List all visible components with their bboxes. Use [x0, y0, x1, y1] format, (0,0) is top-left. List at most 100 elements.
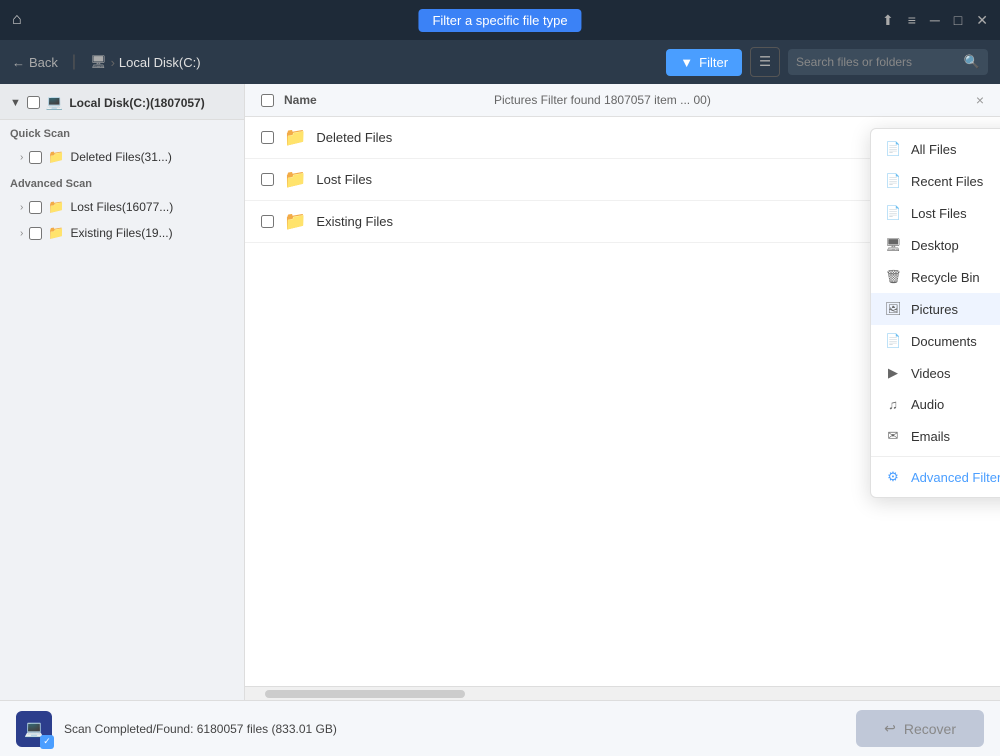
name-column-header: Name — [284, 93, 484, 107]
search-bar[interactable]: 🔍 — [788, 49, 988, 75]
minimize-icon[interactable]: ─ — [930, 12, 940, 28]
sidebar-deleted-icon: 📁 — [48, 149, 64, 165]
dropdown-item-recycle-bin[interactable]: 🗑 Recycle Bin — [871, 261, 1000, 293]
status-text: Scan Completed/Found: 6180057 files (833… — [64, 722, 844, 736]
title-bar: ⌂ Filter a specific file type ⬆ ≡ ─ □ ✕ — [0, 0, 1000, 40]
row-checkbox-2[interactable] — [261, 215, 274, 228]
dropdown-item-videos[interactable]: ▶ Videos — [871, 357, 1000, 389]
sidebar-deleted-checkbox[interactable] — [29, 151, 42, 164]
dropdown-icon-all-files: 📄 — [885, 141, 901, 157]
advanced-filter-icon: ⚙ — [885, 469, 901, 485]
search-input[interactable] — [796, 55, 958, 69]
filter-result-info: Pictures Filter found 1807057 item ... 0… — [494, 93, 966, 107]
sidebar-existing-expand[interactable]: › — [20, 228, 23, 239]
dropdown-label-all-files: All Files — [911, 142, 1000, 157]
menu-lines-icon: ☰ — [759, 54, 771, 69]
filter-result-suffix: ... — [680, 93, 690, 107]
advanced-filter-item[interactable]: ⚙ Advanced Filter — [871, 461, 1000, 493]
dropdown-label-documents: Documents — [911, 334, 1000, 349]
dropdown-item-emails[interactable]: ✉ Emails — [871, 420, 1000, 452]
advanced-filter-label: Advanced Filter — [911, 470, 1000, 485]
nav-separator: | — [72, 53, 76, 71]
dropdown-label-recycle-bin: Recycle Bin — [911, 270, 1000, 285]
status-badge: ✓ — [40, 735, 54, 749]
sidebar-lost-label: Lost Files(16077...) — [71, 200, 234, 214]
close-icon[interactable]: ✕ — [976, 12, 988, 29]
sidebar-drive-icon: 💻 — [46, 94, 63, 111]
dropdown-icon-desktop: 🖥 — [885, 237, 901, 253]
dropdown-label-audio: Audio — [911, 397, 1000, 412]
filter-label: Filter — [699, 55, 728, 70]
horizontal-scrollbar[interactable] — [245, 686, 1000, 700]
main-area: ▼ 💻 Local Disk(C:)(1807057) Quick Scan ›… — [0, 84, 1000, 700]
breadcrumb: 🖥 › Local Disk(C:) — [90, 54, 200, 70]
breadcrumb-current: Local Disk(C:) — [119, 55, 201, 70]
filter-result-text: Pictures Filter found 1807057 item — [494, 93, 677, 107]
status-device-icon: 💻 ✓ — [16, 711, 52, 747]
dropdown-icon-lost-files: 📄 — [885, 205, 901, 221]
title-bar-left: ⌂ — [12, 11, 22, 29]
sidebar: ▼ 💻 Local Disk(C:)(1807057) Quick Scan ›… — [0, 84, 245, 700]
dropdown-icon-recent-files: 📄 — [885, 173, 901, 189]
dropdown-icon-recycle-bin: 🗑 — [885, 269, 901, 285]
back-arrow-icon: ← — [12, 55, 25, 70]
dropdown-icon-videos: ▶ — [885, 365, 901, 381]
nav-right-controls: ▼ Filter ☰ 🔍 — [666, 47, 988, 77]
dropdown-item-documents[interactable]: 📄 Documents — [871, 325, 1000, 357]
row-checkbox-1[interactable] — [261, 173, 274, 186]
sidebar-chevron-icon[interactable]: ▼ — [10, 97, 21, 109]
file-name-0: Deleted Files — [316, 130, 874, 145]
recover-button[interactable]: ↩ Recover — [856, 710, 984, 747]
sidebar-existing-label: Existing Files(19...) — [71, 226, 234, 240]
row-checkbox-0[interactable] — [261, 131, 274, 144]
sidebar-deleted-files[interactable]: › 📁 Deleted Files(31...) — [0, 144, 244, 170]
dropdown-item-lost-files[interactable]: 📄 Lost Files — [871, 197, 1000, 229]
dropdown-label-videos: Videos — [911, 366, 1000, 381]
dropdown-label-pictures: Pictures — [911, 302, 994, 317]
view-menu-button[interactable]: ☰ — [750, 47, 780, 77]
nav-bar: ← Back | 🖥 › Local Disk(C:) ▼ Filter ☰ 🔍 — [0, 40, 1000, 84]
scrollbar-thumb[interactable] — [265, 690, 465, 698]
dropdown-icon-audio: ♫ — [885, 397, 901, 412]
dropdown-item-all-files[interactable]: 📄 All Files — [871, 133, 1000, 165]
recover-icon: ↩ — [884, 720, 896, 737]
dropdown-item-audio[interactable]: ♫ Audio — [871, 389, 1000, 420]
sidebar-drive-checkbox[interactable] — [27, 96, 40, 109]
sidebar-drive-header[interactable]: ▼ 💻 Local Disk(C:)(1807057) — [0, 84, 244, 120]
select-all-checkbox[interactable] — [261, 94, 274, 107]
back-button[interactable]: ← Back — [12, 55, 58, 70]
dropdown-icon-documents: 📄 — [885, 333, 901, 349]
sidebar-lost-files[interactable]: › 📁 Lost Files(16077...) — [0, 194, 244, 220]
filter-dropdown: 📄 All Files 📄 Recent Files 📄 Lost Files … — [870, 128, 1000, 498]
breadcrumb-arrow: › — [111, 55, 115, 70]
sidebar-lost-expand[interactable]: › — [20, 202, 23, 213]
folder-icon-1: 📁 — [284, 169, 306, 190]
close-filter-button[interactable]: × — [976, 92, 984, 108]
sidebar-lost-checkbox[interactable] — [29, 201, 42, 214]
file-name-1: Lost Files — [316, 172, 874, 187]
menu-icon[interactable]: ≡ — [908, 12, 916, 28]
dropdown-icon-emails: ✉ — [885, 428, 901, 444]
dropdown-label-recent-files: Recent Files — [911, 174, 1000, 189]
breadcrumb-folder-icon[interactable]: 🖥 — [90, 54, 107, 70]
maximize-icon[interactable]: □ — [954, 12, 962, 28]
dropdown-item-desktop[interactable]: 🖥 Desktop — [871, 229, 1000, 261]
dropdown-divider — [871, 456, 1000, 457]
share-icon[interactable]: ⬆ — [882, 12, 894, 29]
quick-scan-label: Quick Scan — [0, 120, 244, 144]
filter-tooltip-badge: Filter a specific file type — [418, 9, 581, 32]
home-icon[interactable]: ⌂ — [12, 11, 22, 29]
sidebar-existing-checkbox[interactable] — [29, 227, 42, 240]
dropdown-item-recent-files[interactable]: 📄 Recent Files — [871, 165, 1000, 197]
advanced-scan-label: Advanced Scan — [0, 170, 244, 194]
sidebar-existing-files[interactable]: › 📁 Existing Files(19...) — [0, 220, 244, 246]
file-list-header: Name Pictures Filter found 1807057 item … — [245, 84, 1000, 117]
filter-button[interactable]: ▼ Filter — [666, 49, 742, 76]
filter-icon: ▼ — [680, 55, 693, 70]
search-icon: 🔍 — [964, 54, 980, 70]
file-name-2: Existing Files — [316, 214, 874, 229]
dropdown-item-pictures[interactable]: 🖼 Pictures ✓ — [871, 293, 1000, 325]
sidebar-deleted-expand[interactable]: › — [20, 152, 23, 163]
sidebar-lost-icon: 📁 — [48, 199, 64, 215]
back-label: Back — [29, 55, 58, 70]
